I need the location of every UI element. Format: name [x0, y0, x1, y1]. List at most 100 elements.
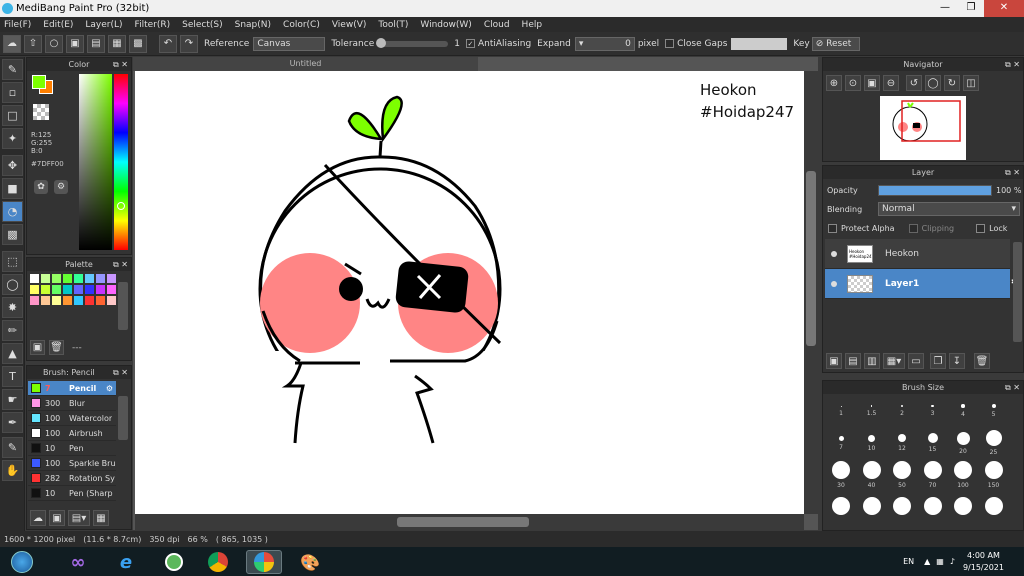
brush-size-option[interactable]: 3	[919, 397, 947, 425]
brush-list-item[interactable]: 100 Watercolor	[28, 411, 116, 426]
brush-list-item[interactable]: 7 Pencil ⚙	[28, 381, 116, 396]
canvas-vertical-scrollbar[interactable]	[804, 71, 818, 514]
internet-explorer-icon[interactable]: e	[108, 550, 144, 574]
menu-edit[interactable]: Edit(E)	[43, 20, 73, 30]
tolerance-slider[interactable]	[376, 37, 449, 48]
palette-swatch[interactable]	[107, 274, 116, 283]
brush-size-option[interactable]	[858, 493, 886, 521]
close-gaps-field[interactable]	[731, 37, 788, 50]
visibility-eye-icon[interactable]	[831, 280, 837, 287]
brush-list-item[interactable]: 300 Blur	[28, 396, 116, 411]
eraser-tool-icon[interactable]: ▫	[2, 82, 23, 103]
layer-scrollbar[interactable]	[1013, 242, 1022, 342]
brush-size-option[interactable]: 2	[888, 397, 916, 425]
palette-swatch[interactable]	[52, 296, 61, 305]
menu-color[interactable]: Color(C)	[283, 20, 320, 30]
antialiasing-checkbox[interactable]: ✓	[465, 39, 475, 48]
color-settings-icon[interactable]: ⚙	[54, 180, 68, 194]
palette-swatch[interactable]	[63, 296, 72, 305]
palette-swatch[interactable]	[74, 296, 83, 305]
new-halftone-layer-icon[interactable]: ▤	[845, 353, 861, 369]
brush-size-option[interactable]: 20	[949, 429, 977, 457]
palette-swatch[interactable]	[52, 274, 61, 283]
brush-list-item[interactable]: 10 Pen (Sharp	[28, 486, 116, 501]
menu-layer[interactable]: Layer(L)	[85, 20, 122, 30]
brush-size-option[interactable]: 40	[858, 461, 886, 489]
zoom-out-icon[interactable]: ⊖	[883, 75, 899, 91]
menu-view[interactable]: View(V)	[332, 20, 367, 30]
layer-row-layer1[interactable]: Layer1 ⚙	[825, 269, 1022, 299]
blending-select[interactable]: Normal ▾	[878, 202, 1020, 216]
move-tool-icon[interactable]: ✥	[2, 155, 23, 176]
brush-size-option[interactable]: 50	[888, 461, 916, 489]
palette-swatch[interactable]	[107, 285, 116, 294]
brush-list-item[interactable]: 100 Airbrush	[28, 426, 116, 441]
gradient-tool-icon[interactable]: ▩	[2, 224, 23, 245]
brush-list-item[interactable]: 282 Rotation Sy	[28, 471, 116, 486]
palette-swatch[interactable]	[74, 274, 83, 283]
palette-swatch[interactable]	[41, 285, 50, 294]
brush-size-option[interactable]: 150	[980, 461, 1008, 489]
palette-swatch[interactable]	[30, 285, 39, 294]
brush-size-option[interactable]: 4	[949, 397, 977, 425]
chat-app-icon[interactable]	[156, 550, 192, 574]
layer-row-heokon[interactable]: Heokon #Hoidap247 Heokon	[825, 239, 1010, 269]
brush-size-option[interactable]: 30	[827, 461, 855, 489]
palette-swatch[interactable]	[52, 285, 61, 294]
select-tool-icon[interactable]: ⬚	[2, 251, 23, 272]
palette-swatch[interactable]	[85, 296, 94, 305]
brush-size-option[interactable]: 10	[858, 429, 886, 457]
undo-icon[interactable]: ↶	[159, 34, 177, 53]
rotate-left-icon[interactable]: ↺	[906, 75, 922, 91]
palette-swatch[interactable]	[30, 274, 39, 283]
magic-wand-tool-icon[interactable]: ✸	[2, 297, 23, 318]
cloud-brush-icon[interactable]: ☁	[30, 510, 46, 526]
eyedropper-tool-icon[interactable]: ✒	[2, 412, 23, 433]
canvas-horizontal-scrollbar[interactable]	[135, 514, 804, 530]
brush-size-option[interactable]	[827, 493, 855, 521]
zoom-in-icon[interactable]: ⊕	[826, 75, 842, 91]
document-icon[interactable]: ▣	[66, 34, 84, 53]
palette-swatch[interactable]	[63, 285, 72, 294]
share-icon[interactable]: ⇧	[24, 34, 42, 53]
brush-settings-gear-icon[interactable]: ⚙	[106, 384, 113, 393]
language-indicator[interactable]: EN	[903, 557, 914, 566]
palette-swatch[interactable]	[85, 274, 94, 283]
new-brush-icon[interactable]: ▣	[49, 510, 65, 526]
new-1bit-layer-icon[interactable]: ▥	[864, 353, 880, 369]
folder-icon[interactable]: ▭	[908, 353, 924, 369]
menu-cloud[interactable]: Cloud	[484, 20, 510, 30]
palette-scrollbar[interactable]	[118, 282, 128, 330]
panel-close-icon[interactable]: ⧉ ✕	[1005, 381, 1020, 394]
brush-size-option[interactable]: 15	[919, 429, 947, 457]
clock-date[interactable]: 9/15/2021	[963, 562, 1004, 574]
close-gaps-checkbox[interactable]	[665, 39, 675, 48]
close-button[interactable]: ✕	[984, 0, 1024, 17]
select-pen-tool-icon[interactable]: ✏	[2, 320, 23, 341]
navigator-preview[interactable]	[880, 96, 966, 160]
palette-swatch[interactable]	[107, 296, 116, 305]
brush-list-item[interactable]: 10 Pen	[28, 441, 116, 456]
text-tool-icon[interactable]: T	[2, 366, 23, 387]
tray-arrow-icon[interactable]: ▲	[924, 557, 930, 566]
drawing-canvas[interactable]: Heokon #Hoidap247	[135, 71, 804, 514]
palette-swatch[interactable]	[74, 285, 83, 294]
duplicate-layer-icon[interactable]: ❐	[930, 353, 946, 369]
brush-scrollbar[interactable]	[118, 396, 128, 440]
medibang-taskbar-icon[interactable]	[246, 550, 282, 574]
palette-swatch[interactable]	[41, 274, 50, 283]
brush-size-option[interactable]: 1	[827, 397, 855, 425]
visual-studio-icon[interactable]: ∞	[60, 550, 96, 574]
merge-layer-icon[interactable]: ↧	[949, 353, 965, 369]
expand-stepper[interactable]: ▾ 0	[574, 36, 635, 51]
canvas-tab[interactable]: Untitled	[133, 57, 478, 71]
brush-tool-icon[interactable]: ✎	[2, 59, 23, 80]
volume-icon[interactable]: ♪	[950, 557, 955, 566]
divide-tool-icon[interactable]: ✎	[2, 437, 23, 458]
brush-size-option[interactable]: 70	[919, 461, 947, 489]
brush-size-option[interactable]: 5	[980, 397, 1008, 425]
add-brush-icon[interactable]: ▤▾	[68, 510, 90, 526]
minimize-button[interactable]: —	[932, 0, 958, 17]
hue-slider[interactable]	[114, 74, 128, 250]
brush-size-option[interactable]: 1.5	[858, 397, 886, 425]
